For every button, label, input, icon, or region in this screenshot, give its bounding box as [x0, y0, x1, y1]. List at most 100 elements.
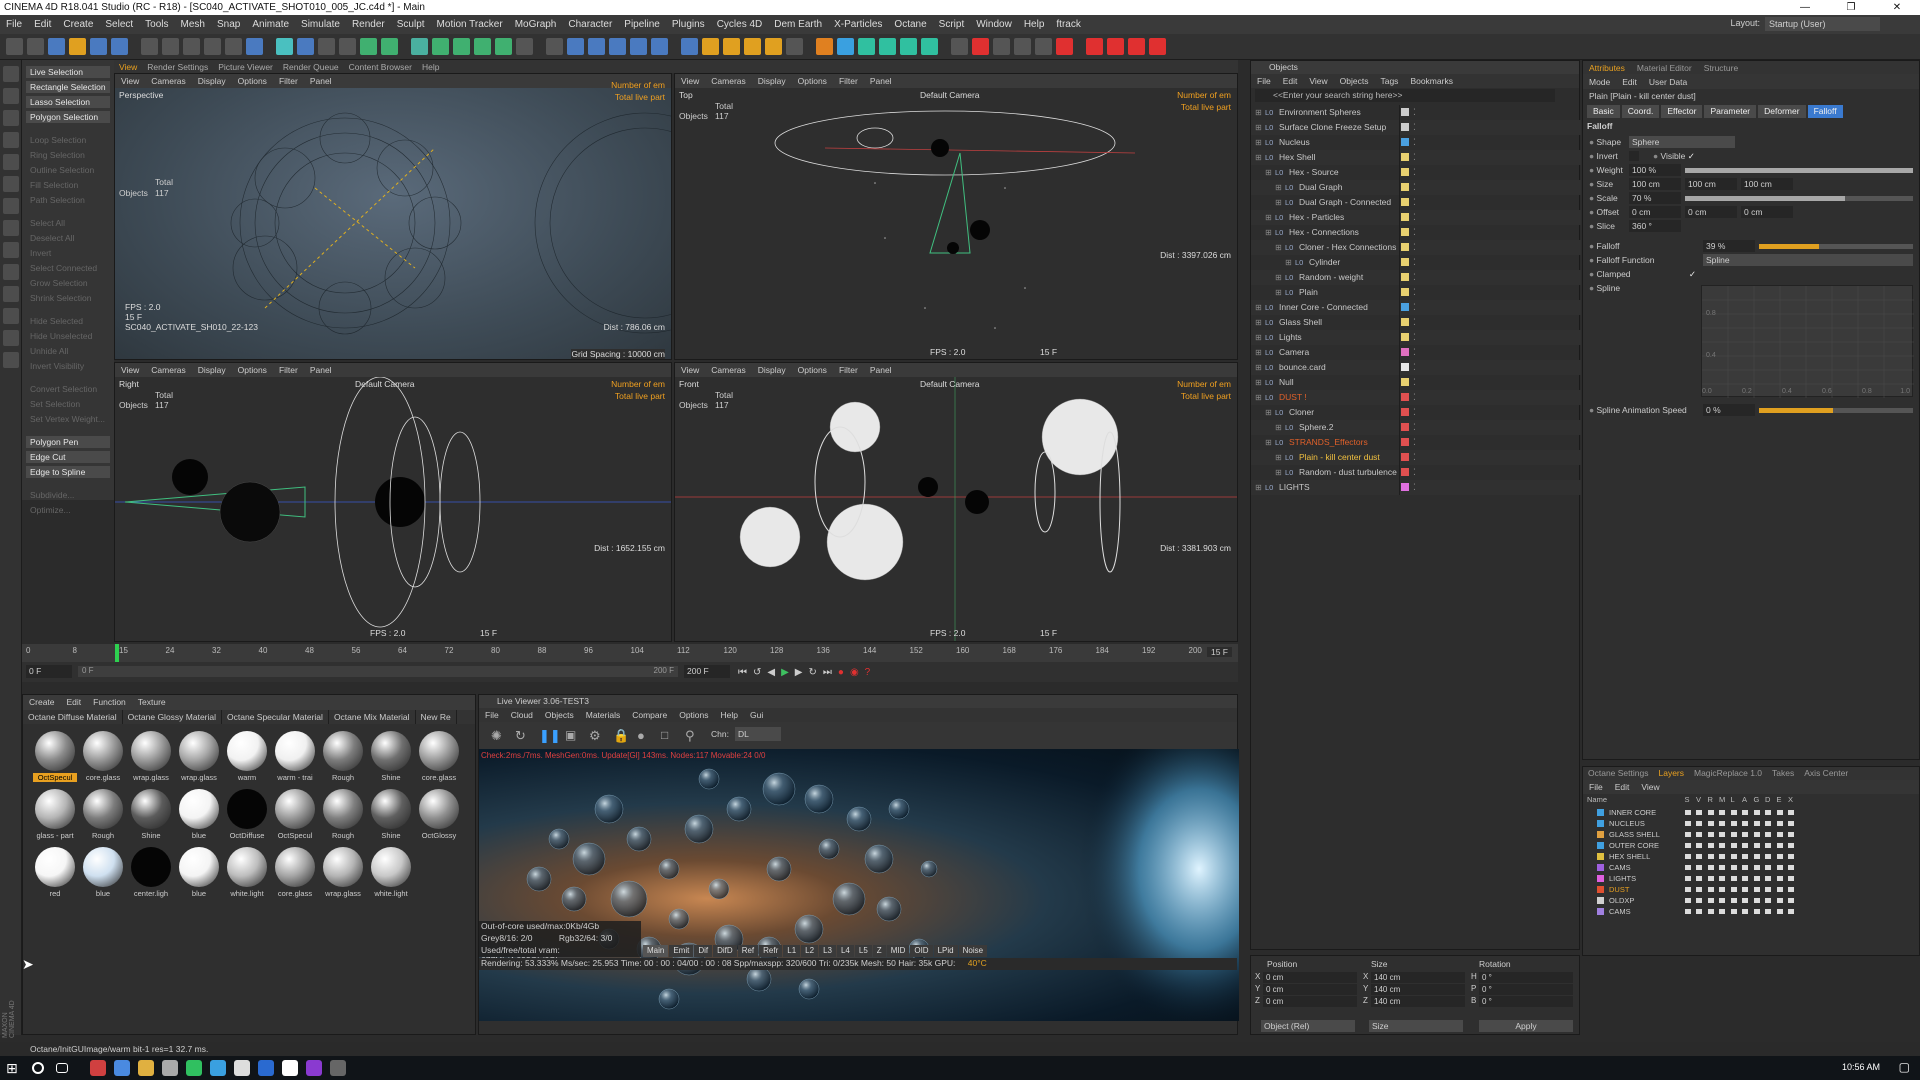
size-x-field[interactable]: 100 cm: [1629, 178, 1681, 190]
expand-icon[interactable]: ⊞: [1275, 450, 1282, 465]
perspective-canvas[interactable]: [115, 88, 671, 359]
layer-toggle-icon[interactable]: [1765, 832, 1771, 837]
object-row[interactable]: ⊞ L0 Random - dust turbulence ⁚: [1251, 465, 1581, 480]
size-y-field[interactable]: 100 cm: [1685, 178, 1737, 190]
layer-toggle-icon[interactable]: [1753, 887, 1760, 892]
coord-rot-field[interactable]: 0 °: [1479, 984, 1573, 995]
layer-toggle-icon[interactable]: [1776, 832, 1783, 837]
visibility-dots-icon[interactable]: ⁚: [1413, 420, 1416, 435]
viewport-menu-item[interactable]: Options: [232, 74, 273, 88]
material-menu-item[interactable]: Edit: [61, 695, 88, 710]
layer-color-tag[interactable]: [1401, 183, 1409, 191]
layer-toggle-icon[interactable]: [1753, 909, 1760, 914]
selection-menu-item[interactable]: Lasso Selection: [26, 96, 110, 108]
render-pass-button[interactable]: L3: [819, 945, 836, 957]
material-swatch[interactable]: warm: [225, 729, 269, 787]
material-swatch[interactable]: white.light: [369, 845, 413, 903]
toolbar-tool-icon[interactable]: [1056, 38, 1073, 55]
layer-toggle-icon[interactable]: [1707, 898, 1714, 903]
layer-color-tag[interactable]: [1401, 378, 1409, 386]
layer-color-tag[interactable]: [1401, 318, 1409, 326]
menu-help[interactable]: Help: [1018, 15, 1051, 34]
layer-color-tag[interactable]: [1401, 198, 1409, 206]
layer-toggle-icon[interactable]: [1696, 810, 1702, 815]
layout-dropdown[interactable]: Startup (User): [1765, 17, 1880, 31]
toolbar-tool-icon[interactable]: [651, 38, 668, 55]
render-pass-button[interactable]: Ref: [737, 945, 759, 957]
toolbar-tool-icon[interactable]: [246, 38, 263, 55]
layer-toggle-icon[interactable]: [1696, 832, 1702, 837]
viewport-menu-item[interactable]: Filter: [273, 363, 304, 377]
channel-dropdown[interactable]: DL: [735, 727, 781, 741]
material-swatch[interactable]: OctSpecul: [33, 729, 77, 787]
layer-toggle-icon[interactable]: [1684, 843, 1691, 848]
material-swatch[interactable]: blue: [177, 787, 221, 845]
object-row[interactable]: ⊞ L0 LIGHTS ⁚: [1251, 480, 1581, 495]
selection-menu-item[interactable]: Deselect All: [26, 232, 110, 244]
expand-icon[interactable]: ⊞: [1255, 480, 1262, 495]
layer-toggle-icon[interactable]: [1753, 898, 1760, 903]
attributes-menu-item[interactable]: User Data: [1643, 77, 1693, 87]
toolbar-tool-icon[interactable]: [432, 38, 449, 55]
viewport-menu-item[interactable]: Options: [232, 363, 273, 377]
selection-menu-item[interactable]: Grow Selection: [26, 277, 110, 289]
toolbar-tool-icon[interactable]: [879, 38, 896, 55]
viewport-menu-item[interactable]: Options: [792, 363, 833, 377]
end-frame-field[interactable]: 200 F: [684, 665, 730, 678]
attributes-tab[interactable]: Effector: [1661, 105, 1703, 118]
live-viewer-menu-item[interactable]: Materials: [580, 710, 626, 720]
render-pass-button[interactable]: Noise: [958, 945, 988, 957]
menu-animate[interactable]: Animate: [246, 15, 295, 34]
layer-row[interactable]: OLDXP: [1583, 895, 1920, 906]
object-menu-item[interactable]: View: [1303, 76, 1333, 86]
layer-toggle-icon[interactable]: [1719, 832, 1725, 837]
layer-toggle-icon[interactable]: [1719, 909, 1725, 914]
visibility-dots-icon[interactable]: ⁚: [1413, 135, 1416, 150]
toolbar-tool-icon[interactable]: [816, 38, 833, 55]
layer-toggle-icon[interactable]: [1753, 854, 1760, 859]
expand-icon[interactable]: ⊞: [1275, 270, 1282, 285]
selection-menu-item[interactable]: Hide Selected: [26, 315, 110, 327]
start-frame-field[interactable]: 0 F: [26, 665, 72, 678]
toolbar-tool-icon[interactable]: [702, 38, 719, 55]
layer-color-swatch[interactable]: [1597, 886, 1604, 893]
layer-color-swatch[interactable]: [1597, 820, 1604, 827]
viewport-menu-item[interactable]: Panel: [864, 74, 898, 88]
falloff-field[interactable]: 39 %: [1703, 240, 1755, 252]
visibility-dots-icon[interactable]: ⁚: [1413, 300, 1416, 315]
material-swatch[interactable]: OctDiffuse: [225, 787, 269, 845]
expand-icon[interactable]: ⊞: [1255, 375, 1262, 390]
toolbar-tool-icon[interactable]: [609, 38, 626, 55]
live-viewer-menu-item[interactable]: Objects: [539, 710, 580, 720]
mode-tool-icon[interactable]: [3, 66, 19, 82]
menu-edit[interactable]: Edit: [28, 15, 57, 34]
viewport-menu-item[interactable]: Filter: [833, 363, 864, 377]
restore-icon[interactable]: ❐: [1828, 0, 1874, 15]
apply-button[interactable]: Apply: [1479, 1020, 1573, 1032]
layer-toggle-icon[interactable]: [1719, 854, 1725, 859]
material-swatch[interactable]: OctGlossy: [417, 787, 461, 845]
layer-toggle-icon[interactable]: [1684, 865, 1691, 870]
selection-menu-item[interactable]: Set Vertex Weight...: [26, 413, 110, 425]
toolbar-tool-icon[interactable]: [723, 38, 740, 55]
toolbar-tool-icon[interactable]: [162, 38, 179, 55]
material-swatch[interactable]: Rough: [321, 729, 365, 787]
selection-menu-item[interactable]: Convert Selection: [26, 383, 110, 395]
coord-rot-field[interactable]: 0 °: [1479, 996, 1573, 1007]
viewport-menu-item[interactable]: Filter: [273, 74, 304, 88]
layer-toggle-icon[interactable]: [1684, 821, 1691, 826]
layer-toggle-icon[interactable]: [1765, 898, 1771, 903]
layer-color-tag[interactable]: [1401, 138, 1409, 146]
layer-toggle-icon[interactable]: [1707, 865, 1714, 870]
expand-icon[interactable]: ⊞: [1275, 465, 1282, 480]
layer-toggle-icon[interactable]: [1776, 854, 1783, 859]
object-row[interactable]: ⊞ L0 Cylinder ⁚: [1251, 255, 1581, 270]
toolbar-tool-icon[interactable]: [225, 38, 242, 55]
layer-toggle-icon[interactable]: [1707, 909, 1714, 914]
selection-menu-item[interactable]: Edge Cut: [26, 451, 110, 463]
layer-toggle-icon[interactable]: [1719, 898, 1725, 903]
layer-color-tag[interactable]: [1401, 123, 1409, 131]
visibility-dots-icon[interactable]: ⁚: [1413, 105, 1416, 120]
viewport-menu-item[interactable]: View: [115, 363, 145, 377]
toolbar-tool-icon[interactable]: [204, 38, 221, 55]
